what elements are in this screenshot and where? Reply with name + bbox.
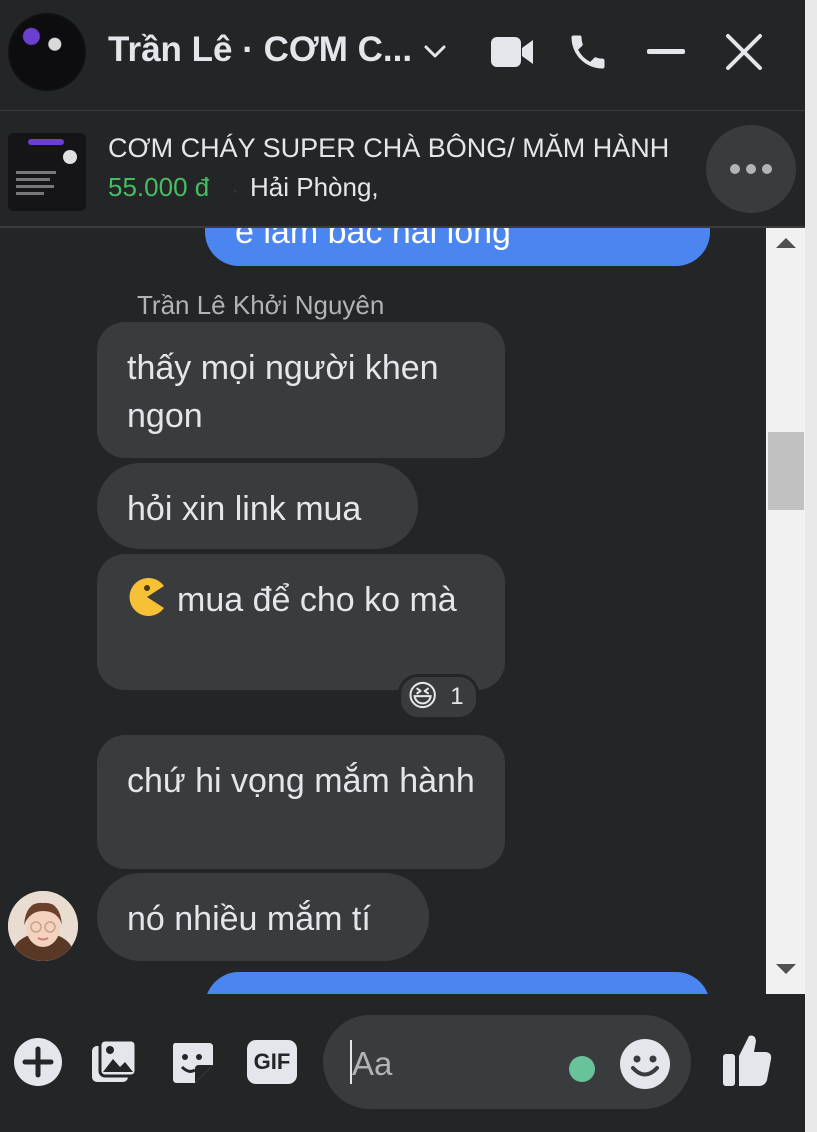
laughing-emoji-icon: 😆	[407, 680, 439, 713]
product-title[interactable]: CƠM CHÁY SUPER CHÀ BÔNG/ MĂM HÀNH	[108, 133, 669, 164]
message-text: thấy mọi người khen ngon	[127, 349, 439, 435]
message-text: nó nhiều mắm tí	[127, 900, 371, 938]
product-thumbnail[interactable]	[8, 133, 86, 211]
incoming-message[interactable]: chứ hi vọng mắm hành	[97, 735, 505, 869]
video-call-icon[interactable]	[482, 22, 542, 82]
reaction-badge[interactable]: 😆 1	[398, 674, 479, 720]
product-bar	[0, 111, 805, 228]
message-text: chứ hi vọng mắm hành	[127, 762, 475, 800]
incoming-message[interactable]: hỏi xin link mua	[97, 463, 418, 549]
incoming-message[interactable]: mua để cho ko mà	[97, 554, 505, 690]
product-price: 55.000 đ	[108, 172, 210, 202]
pacman-emoji-icon	[127, 577, 167, 617]
outgoing-message[interactable]: e làm bác hài lòng	[205, 228, 710, 266]
grammar-status-dot	[569, 1056, 595, 1082]
like-icon[interactable]	[716, 1030, 776, 1090]
image-icon[interactable]	[84, 1032, 144, 1092]
scrollbar-track[interactable]	[766, 228, 806, 994]
sender-avatar[interactable]	[8, 891, 78, 961]
minimize-icon[interactable]	[636, 22, 696, 82]
outgoing-message[interactable]	[205, 972, 710, 994]
plus-icon[interactable]	[8, 1032, 68, 1092]
message-list[interactable]: e làm bác hài lòng Trần Lê Khởi Nguyên t…	[0, 228, 766, 994]
incoming-message[interactable]: thấy mọi người khen ngon	[97, 322, 505, 458]
gif-icon[interactable]: GIF	[242, 1032, 302, 1092]
gif-label: GIF	[247, 1040, 297, 1084]
scroll-down-arrow-icon[interactable]	[766, 962, 806, 992]
sender-name: Trần Lê Khởi Nguyên	[137, 290, 385, 320]
separator-dot: ·	[232, 180, 239, 202]
close-icon[interactable]	[714, 22, 774, 82]
window-edge	[805, 0, 817, 1132]
contact-avatar[interactable]	[8, 13, 86, 91]
sticker-icon[interactable]	[162, 1032, 222, 1092]
message-text: mua để cho ko mà	[177, 581, 457, 619]
message-text: hỏi xin link mua	[127, 490, 362, 528]
incoming-message[interactable]: nó nhiều mắm tí	[97, 873, 429, 961]
chat-title[interactable]: Trần Lê · CƠM C...	[108, 30, 412, 70]
phone-icon[interactable]	[558, 22, 618, 82]
outgoing-message-text: e làm bác hài lòng	[235, 228, 511, 251]
scroll-up-arrow-icon[interactable]	[766, 236, 806, 266]
more-dots-icon	[730, 164, 772, 174]
chevron-down-icon[interactable]	[420, 36, 450, 66]
scrollbar-thumb[interactable]	[768, 432, 804, 510]
more-options-button[interactable]	[706, 125, 796, 213]
product-location: Hải Phòng,	[250, 172, 379, 202]
message-input-placeholder: Aa	[352, 1045, 393, 1082]
emoji-icon[interactable]	[618, 1037, 672, 1091]
reaction-count: 1	[450, 683, 464, 710]
